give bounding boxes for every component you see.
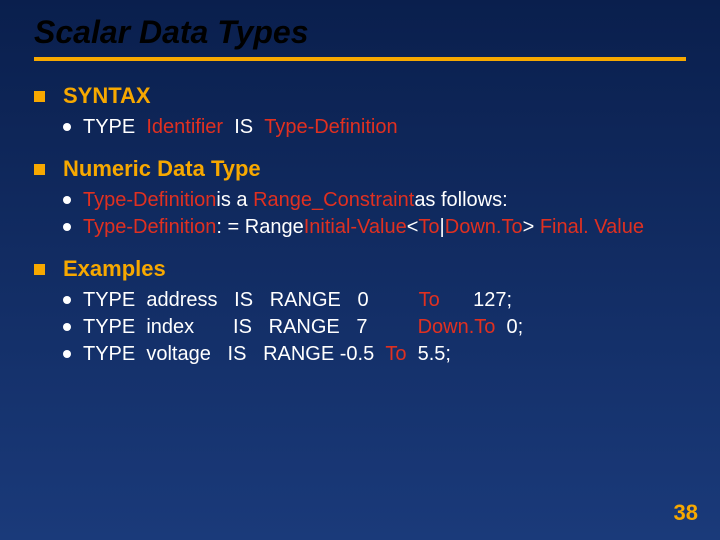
keyword-text: Down.To — [445, 215, 523, 240]
dot-bullet-icon — [63, 296, 71, 304]
keyword-text: Type-Definition — [83, 215, 216, 240]
plain-text: > — [523, 215, 540, 240]
plain-text: as follows: — [414, 188, 507, 213]
section-header: SYNTAX — [34, 83, 686, 109]
list-item: TYPE voltage IS RANGE -0.5 To 5.5; — [63, 342, 686, 367]
list-item-text: TYPE index IS RANGE 7 Down.To 0; — [83, 315, 523, 340]
dot-bullet-icon — [63, 123, 71, 131]
plain-text: < — [407, 215, 419, 240]
section-label: Examples — [63, 256, 166, 282]
square-bullet-icon — [34, 164, 45, 175]
keyword-text: Type-Definition — [264, 115, 397, 140]
list-item-text: Type-Definition : = Range Initial-Value … — [83, 215, 644, 240]
plain-text: : = Range — [216, 215, 303, 240]
list-item: Type-Definition is a Range_Constraint as… — [63, 188, 686, 213]
keyword-text: To — [418, 215, 439, 240]
plain-text: TYPE — [83, 115, 146, 140]
plain-text: TYPE voltage IS RANGE -0.5 — [83, 342, 385, 367]
title-underline — [34, 57, 686, 61]
keyword-text: Type-Definition — [83, 188, 216, 213]
section-label: Numeric Data Type — [63, 156, 261, 182]
keyword-text: Final. Value — [540, 215, 644, 240]
section-label: SYNTAX — [63, 83, 151, 109]
keyword-text: Range_Constraint — [253, 188, 414, 213]
dot-bullet-icon — [63, 350, 71, 358]
plain-text: TYPE index IS RANGE 7 — [83, 315, 418, 340]
square-bullet-icon — [34, 91, 45, 102]
list-item: TYPE Identifier IS Type-Definition — [63, 115, 686, 140]
list-item-text: TYPE address IS RANGE 0 To 127; — [83, 288, 512, 313]
list-item-text: Type-Definition is a Range_Constraint as… — [83, 188, 508, 213]
keyword-text: Down.To — [418, 315, 496, 340]
plain-text: 5.5; — [406, 342, 450, 367]
plain-text: TYPE address IS RANGE 0 — [83, 288, 419, 313]
slide-title: Scalar Data Types — [34, 14, 686, 51]
slide: Scalar Data Types SYNTAX TYPE Identifier … — [0, 0, 720, 540]
sub-list: TYPE address IS RANGE 0 To 127;TYPE inde… — [63, 288, 686, 367]
keyword-text: Identifier — [146, 115, 223, 140]
list-item: TYPE address IS RANGE 0 To 127; — [63, 288, 686, 313]
keyword-text: To — [419, 288, 440, 313]
keyword-text: To — [385, 342, 406, 367]
plain-text: IS — [223, 115, 264, 140]
dot-bullet-icon — [63, 323, 71, 331]
plain-text: 127; — [440, 288, 512, 313]
page-number: 38 — [674, 500, 698, 526]
plain-text: is a — [216, 188, 253, 213]
dot-bullet-icon — [63, 196, 71, 204]
sub-list: TYPE Identifier IS Type-Definition — [63, 115, 686, 140]
section-header: Numeric Data Type — [34, 156, 686, 182]
plain-text: 0; — [495, 315, 523, 340]
dot-bullet-icon — [63, 223, 71, 231]
section-header: Examples — [34, 256, 686, 282]
keyword-text: Initial-Value — [304, 215, 407, 240]
square-bullet-icon — [34, 264, 45, 275]
list-item-text: TYPE voltage IS RANGE -0.5 To 5.5; — [83, 342, 451, 367]
list-item: Type-Definition : = Range Initial-Value … — [63, 215, 686, 240]
sub-list: Type-Definition is a Range_Constraint as… — [63, 188, 686, 240]
list-item-text: TYPE Identifier IS Type-Definition — [83, 115, 398, 140]
slide-body: SYNTAX TYPE Identifier IS Type-Definition… — [34, 83, 686, 367]
list-item: TYPE index IS RANGE 7 Down.To 0; — [63, 315, 686, 340]
